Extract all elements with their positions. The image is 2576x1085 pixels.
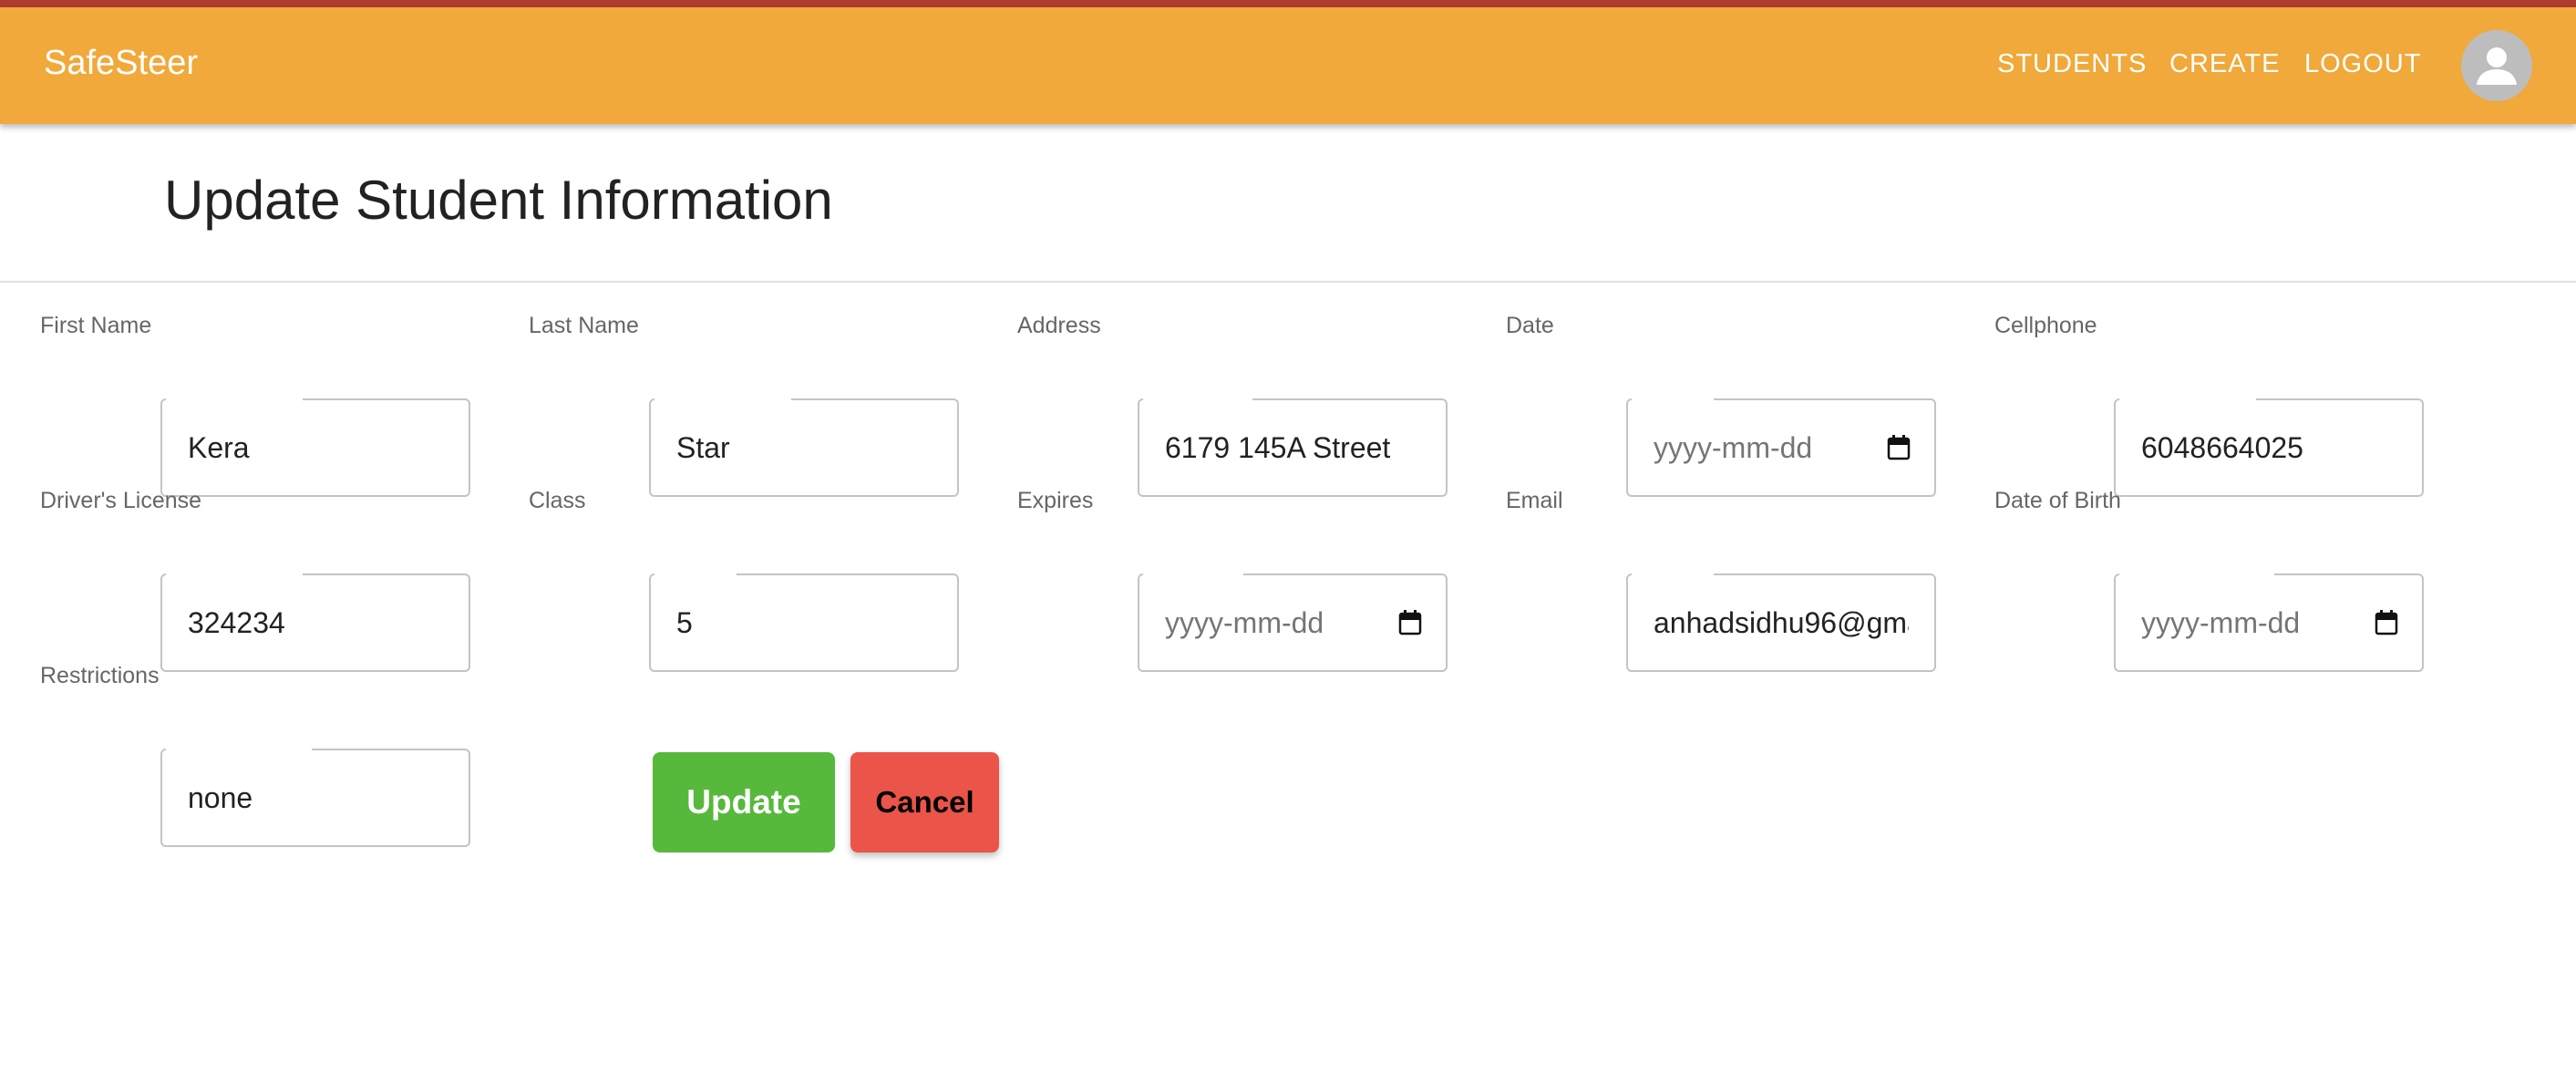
date-field[interactable]	[1626, 398, 1936, 497]
restrictions-field[interactable]	[160, 748, 470, 847]
brand-logo-text[interactable]: SafeSteer	[44, 44, 198, 83]
class-field[interactable]	[649, 573, 959, 672]
class-input[interactable]	[651, 575, 957, 670]
cellphone-field[interactable]	[2114, 398, 2424, 497]
last-name-label: Last Name	[529, 313, 639, 338]
cancel-button[interactable]: Cancel	[850, 752, 999, 852]
cellphone-label: Cellphone	[1994, 313, 2097, 338]
avatar[interactable]	[2461, 30, 2532, 101]
drivers-license-label: Driver's License	[40, 488, 202, 513]
expires-label: Expires	[1017, 488, 1094, 513]
app-bar: SafeSteer STUDENTS CREATE LOGOUT	[0, 7, 2576, 124]
calendar-icon[interactable]	[2375, 610, 2398, 636]
account-circle-icon	[2477, 47, 2517, 85]
drivers-license-input[interactable]	[162, 575, 469, 670]
drivers-license-field[interactable]	[160, 573, 470, 672]
expires-field[interactable]	[1138, 573, 1448, 672]
calendar-icon[interactable]	[1887, 435, 1911, 460]
address-field[interactable]	[1138, 398, 1448, 497]
header-divider	[0, 281, 2576, 283]
nav-logout[interactable]: LOGOUT	[2304, 49, 2421, 79]
first-name-label: First Name	[40, 313, 152, 338]
address-label: Address	[1017, 313, 1101, 338]
first-name-input[interactable]	[162, 400, 469, 495]
email-label: Email	[1506, 488, 1563, 513]
update-button[interactable]: Update	[653, 752, 835, 852]
date-of-birth-field[interactable]	[2114, 573, 2424, 672]
calendar-icon[interactable]	[1398, 610, 1422, 636]
address-input[interactable]	[1139, 400, 1446, 495]
date-of-birth-label: Date of Birth	[1994, 488, 2121, 513]
nav-students[interactable]: STUDENTS	[1997, 49, 2147, 79]
class-label: Class	[529, 488, 586, 513]
first-name-field[interactable]	[160, 398, 470, 497]
page-title: Update Student Information	[164, 170, 833, 231]
last-name-field[interactable]	[649, 398, 959, 497]
email-field[interactable]	[1626, 573, 1936, 672]
nav-create[interactable]: CREATE	[2169, 49, 2280, 79]
last-name-input[interactable]	[651, 400, 957, 495]
top-accent-line	[0, 0, 2576, 7]
restrictions-label: Restrictions	[40, 663, 160, 688]
date-label: Date	[1506, 313, 1554, 338]
email-input[interactable]	[1628, 575, 1934, 670]
cellphone-input[interactable]	[2116, 400, 2422, 495]
restrictions-input[interactable]	[162, 750, 469, 845]
